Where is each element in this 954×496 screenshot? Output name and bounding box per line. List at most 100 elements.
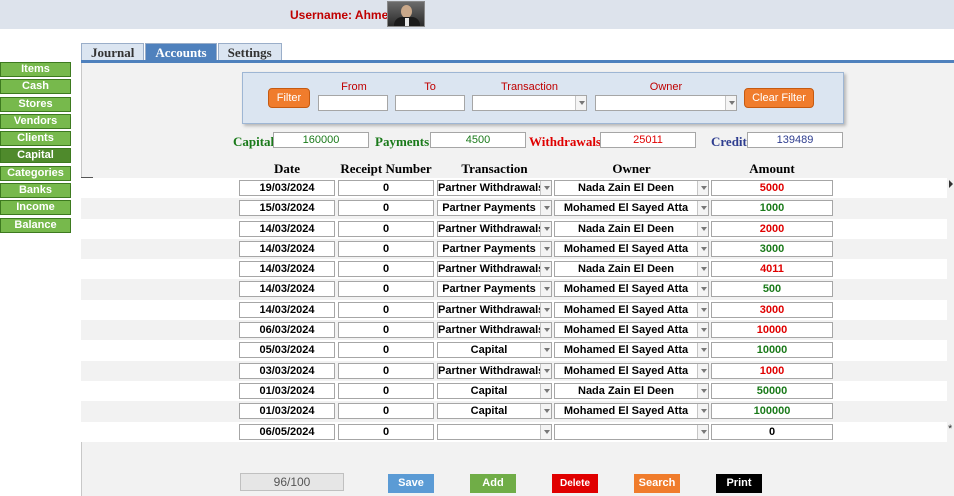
chevron-down-icon[interactable] <box>540 241 551 256</box>
from-date-input[interactable] <box>318 95 388 111</box>
amount-cell[interactable]: 10000 <box>711 322 833 339</box>
chevron-down-icon[interactable] <box>540 383 551 398</box>
transaction-combo[interactable]: Partner Withdrawals <box>437 301 552 318</box>
date-cell[interactable]: 06/05/2024 <box>239 423 335 440</box>
owner-combo[interactable] <box>554 423 709 440</box>
receipt-number-cell[interactable]: 0 <box>338 240 434 257</box>
search-button[interactable]: Search <box>634 474 680 493</box>
transaction-combo[interactable]: Partner Payments <box>437 240 552 257</box>
owner-combo[interactable]: Mohamed El Sayed Atta <box>554 362 709 379</box>
chevron-down-icon[interactable] <box>697 262 708 277</box>
owner-filter-select[interactable] <box>595 95 737 111</box>
chevron-down-icon[interactable] <box>540 302 551 317</box>
chevron-down-icon[interactable] <box>540 323 551 338</box>
date-cell[interactable]: 19/03/2024 <box>239 180 335 196</box>
transaction-combo[interactable]: Partner Withdrawals <box>437 362 552 379</box>
receipt-number-cell[interactable]: 0 <box>338 322 434 339</box>
owner-combo[interactable]: Mohamed El Sayed Atta <box>554 281 709 298</box>
chevron-down-icon[interactable] <box>540 282 551 297</box>
chevron-down-icon[interactable] <box>697 404 708 419</box>
amount-cell[interactable]: 3000 <box>711 301 833 318</box>
to-date-input[interactable] <box>395 95 465 111</box>
transaction-combo[interactable]: Capital <box>437 342 552 359</box>
sidebar-item-income[interactable]: Income <box>0 200 71 216</box>
receipt-number-cell[interactable]: 0 <box>338 281 434 298</box>
amount-cell[interactable]: 2000 <box>711 220 833 237</box>
transaction-combo[interactable]: Partner Payments <box>437 200 552 217</box>
chevron-down-icon[interactable] <box>540 343 551 358</box>
receipt-number-cell[interactable]: 0 <box>338 403 434 420</box>
chevron-down-icon[interactable] <box>697 383 708 398</box>
sidebar-item-categories[interactable]: Categories <box>0 165 71 181</box>
transaction-combo[interactable]: Partner Withdrawals <box>437 180 552 196</box>
sidebar-item-cash[interactable]: Cash <box>0 79 71 95</box>
date-cell[interactable]: 14/03/2024 <box>239 261 335 278</box>
sidebar-item-clients[interactable]: Clients <box>0 131 71 147</box>
chevron-down-icon[interactable] <box>697 241 708 256</box>
transaction-combo[interactable]: Partner Withdrawals <box>437 322 552 339</box>
chevron-down-icon[interactable] <box>540 201 551 216</box>
transaction-filter-select[interactable] <box>472 95 587 111</box>
date-cell[interactable]: 15/03/2024 <box>239 200 335 217</box>
chevron-down-icon[interactable] <box>725 96 736 110</box>
chevron-down-icon[interactable] <box>540 221 551 236</box>
clear-filter-button[interactable]: Clear Filter <box>744 88 814 108</box>
sidebar-item-banks[interactable]: Banks <box>0 183 71 199</box>
sidebar-item-items[interactable]: Items <box>0 62 71 77</box>
chevron-down-icon[interactable] <box>697 343 708 358</box>
date-cell[interactable]: 01/03/2024 <box>239 403 335 420</box>
amount-cell[interactable]: 0 <box>711 423 833 440</box>
transaction-combo[interactable]: Partner Withdrawals <box>437 220 552 237</box>
chevron-down-icon[interactable] <box>697 302 708 317</box>
chevron-down-icon[interactable] <box>697 424 708 439</box>
receipt-number-cell[interactable]: 0 <box>338 261 434 278</box>
chevron-down-icon[interactable] <box>575 96 586 110</box>
receipt-number-cell[interactable]: 0 <box>338 342 434 359</box>
transaction-combo[interactable]: Capital <box>437 403 552 420</box>
amount-cell[interactable]: 50000 <box>711 382 833 399</box>
chevron-down-icon[interactable] <box>697 221 708 236</box>
amount-cell[interactable]: 100000 <box>711 403 833 420</box>
chevron-down-icon[interactable] <box>540 363 551 378</box>
amount-cell[interactable]: 3000 <box>711 240 833 257</box>
receipt-number-cell[interactable]: 0 <box>338 200 434 217</box>
date-cell[interactable]: 05/03/2024 <box>239 342 335 359</box>
tab-accounts[interactable]: Accounts <box>145 43 217 61</box>
delete-button[interactable]: Delete <box>552 474 598 493</box>
owner-combo[interactable]: Mohamed El Sayed Atta <box>554 322 709 339</box>
save-button[interactable]: Save <box>388 474 434 493</box>
chevron-down-icon[interactable] <box>697 282 708 297</box>
chevron-down-icon[interactable] <box>540 424 551 439</box>
add-button[interactable]: Add <box>470 474 516 493</box>
owner-combo[interactable]: Nada Zain El Deen <box>554 220 709 237</box>
amount-cell[interactable]: 10000 <box>711 342 833 359</box>
owner-combo[interactable]: Nada Zain El Deen <box>554 382 709 399</box>
date-cell[interactable]: 14/03/2024 <box>239 240 335 257</box>
amount-cell[interactable]: 5000 <box>711 180 833 196</box>
print-button[interactable]: Print <box>716 474 762 493</box>
receipt-number-cell[interactable]: 0 <box>338 301 434 318</box>
tab-journal[interactable]: Journal <box>81 43 145 61</box>
filter-button[interactable]: Filter <box>268 88 310 108</box>
date-cell[interactable]: 14/03/2024 <box>239 281 335 298</box>
owner-combo[interactable]: Nada Zain El Deen <box>554 261 709 278</box>
receipt-number-cell[interactable]: 0 <box>338 382 434 399</box>
owner-combo[interactable]: Mohamed El Sayed Atta <box>554 240 709 257</box>
chevron-down-icon[interactable] <box>697 181 708 195</box>
chevron-down-icon[interactable] <box>540 404 551 419</box>
tab-settings[interactable]: Settings <box>217 43 282 61</box>
amount-cell[interactable]: 500 <box>711 281 833 298</box>
owner-combo[interactable]: Mohamed El Sayed Atta <box>554 403 709 420</box>
transaction-combo[interactable] <box>437 423 552 440</box>
transaction-combo[interactable]: Capital <box>437 382 552 399</box>
sidebar-item-vendors[interactable]: Vendors <box>0 113 71 129</box>
chevron-down-icon[interactable] <box>697 201 708 216</box>
receipt-number-cell[interactable]: 0 <box>338 362 434 379</box>
amount-cell[interactable]: 1000 <box>711 362 833 379</box>
owner-combo[interactable]: Nada Zain El Deen <box>554 180 709 196</box>
date-cell[interactable]: 14/03/2024 <box>239 220 335 237</box>
sidebar-item-balance[interactable]: Balance <box>0 217 71 233</box>
date-cell[interactable]: 03/03/2024 <box>239 362 335 379</box>
owner-combo[interactable]: Mohamed El Sayed Atta <box>554 200 709 217</box>
date-cell[interactable]: 06/03/2024 <box>239 322 335 339</box>
